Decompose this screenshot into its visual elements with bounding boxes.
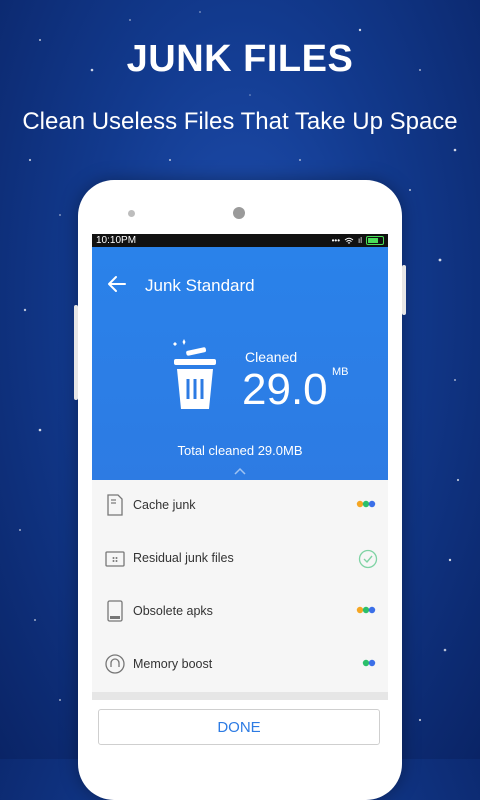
item-label: Cache junk [133,498,196,512]
phone-camera [233,207,245,219]
cleaned-unit: MB [332,366,349,378]
battery-icon [366,236,384,245]
cleaned-value: 29.0 [242,365,328,414]
list-item-residual-junk[interactable]: Residual junk files [92,533,388,586]
phone-sensor-dot [128,210,135,217]
cleaned-label: Cleaned [245,349,298,365]
phone-screen: 10:10PM ••• ıl Junk Standard Cleaned 29.… [92,234,388,759]
loading-dots-icon [356,500,376,508]
promo-subtitle: Clean Useless Files That Take Up Space [22,108,458,135]
check-circle-icon [358,549,378,569]
page-title: Junk Standard [145,276,255,295]
phone-side-button-left [74,305,78,400]
status-time: 10:10PM [96,235,137,246]
back-arrow-icon[interactable] [106,273,128,295]
file-icon [107,494,123,516]
chevron-up-icon[interactable] [234,467,246,475]
memory-icon [105,654,125,674]
promo-title: JUNK FILES [126,38,354,80]
item-label: Residual junk files [133,551,234,565]
apk-icon [107,600,123,622]
list-item-obsolete-apks[interactable]: Obsolete apks [92,586,388,639]
loading-dots-icon [356,606,376,614]
list-item-cache-junk[interactable]: Cache junk [92,480,388,533]
signal-dots: ••• [331,236,340,245]
folder-icon [105,551,125,567]
network-signal-icon: ıl [358,236,362,245]
trash-bin-icon [173,339,216,409]
status-bar: 10:10PM ••• ıl [92,234,388,247]
item-label: Memory boost [133,657,213,671]
item-label: Obsolete apks [133,604,213,618]
loading-dots-icon [362,659,376,667]
list-item-memory-boost[interactable]: Memory boost [92,639,388,692]
list-footer-divider [92,692,388,700]
wifi-icon [344,237,354,244]
junk-list: Cache junk Residual junk files Obsolete [92,480,388,692]
total-cleaned-text: Total cleaned 29.0MB [177,443,303,458]
phone-side-button-right [402,265,406,315]
done-area: DONE [92,700,388,759]
done-button[interactable]: DONE [98,709,380,745]
result-header: Junk Standard Cleaned 29.0 MB Total clea… [92,247,388,480]
